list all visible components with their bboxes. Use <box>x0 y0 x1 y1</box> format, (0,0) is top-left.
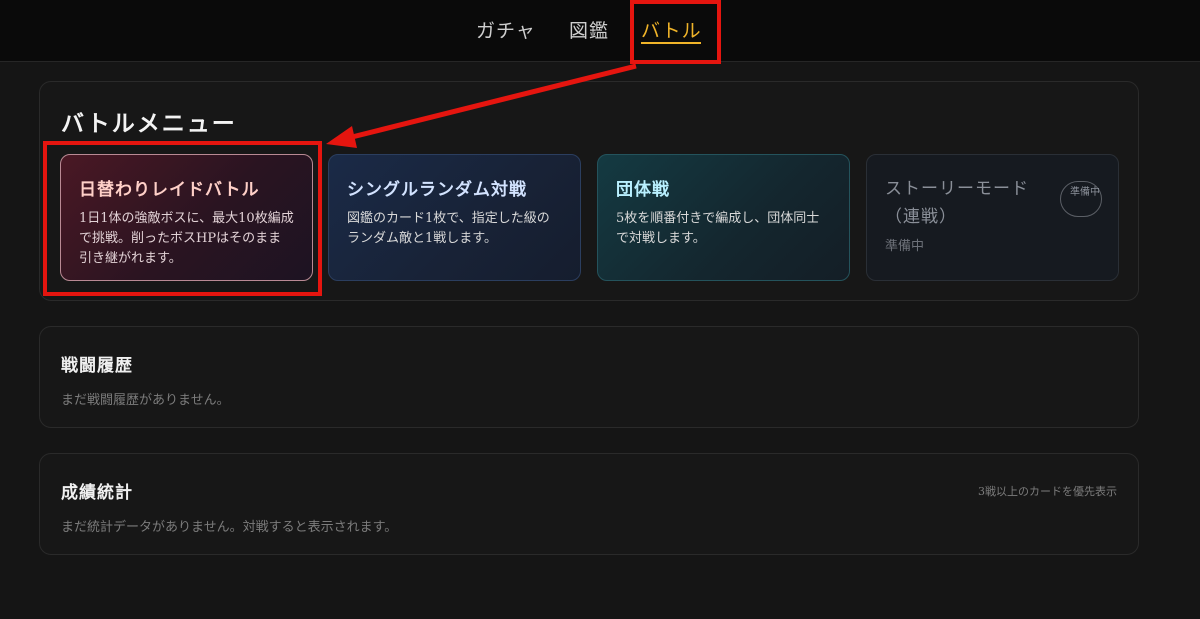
tab-gacha[interactable]: ガチャ <box>476 16 536 43</box>
stats-panel: 成績統計 3戦以上のカードを優先表示 まだ統計データがありません。対戦すると表示… <box>39 453 1139 555</box>
card-title: 団体戦 <box>616 180 670 200</box>
team-battle-card[interactable]: 団体戦 5枚を順番付きで編成し、団体同士で対戦します。 <box>597 154 850 281</box>
stats-empty-text: まだ統計データがありません。対戦すると表示されます。 <box>61 520 398 535</box>
stats-title: 成績統計 <box>61 483 133 503</box>
story-mode-card: ストーリーモード（連戦） 準備中 準備中 <box>866 154 1119 281</box>
daily-raid-battle-card[interactable]: 日替わりレイドバトル 1日1体の強敵ボスに、最大10枚編成で挑戦。削ったボスHP… <box>60 154 313 281</box>
battle-history-title: 戦闘履歴 <box>61 356 133 376</box>
card-title: ストーリーモード（連戦） <box>885 179 1029 227</box>
card-description: 準備中 <box>885 239 925 254</box>
card-title: シングルランダム対戦 <box>347 180 527 200</box>
card-description: 図鑑のカード1枚で、指定した級のランダム敵と1戦します。 <box>347 211 550 246</box>
top-navigation: ガチャ 図鑑 バトル <box>0 0 1200 62</box>
active-tab-indicator <box>641 42 701 44</box>
card-title: 日替わりレイドバトル <box>79 180 260 200</box>
stats-note: 3戦以上のカードを優先表示 <box>978 485 1117 498</box>
coming-soon-badge: 準備中 <box>1060 181 1102 217</box>
battle-menu-panel: バトルメニュー 日替わりレイドバトル 1日1体の強敵ボスに、最大10枚編成で挑戦… <box>39 81 1139 301</box>
tab-battle[interactable]: バトル <box>641 16 702 43</box>
battle-menu-title: バトルメニュー <box>61 110 237 137</box>
battle-history-panel: 戦闘履歴 まだ戦闘履歴がありません。 <box>39 326 1139 428</box>
single-random-battle-card[interactable]: シングルランダム対戦 図鑑のカード1枚で、指定した級のランダム敵と1戦します。 <box>328 154 581 281</box>
tab-encyclopedia[interactable]: 図鑑 <box>569 16 609 43</box>
card-description: 5枚を順番付きで編成し、団体同士で対戦します。 <box>616 211 820 246</box>
card-description: 1日1体の強敵ボスに、最大10枚編成で挑戦。削ったボスHPはそのまま引き継がれま… <box>79 211 294 266</box>
battle-history-empty-text: まだ戦闘履歴がありません。 <box>61 393 230 408</box>
